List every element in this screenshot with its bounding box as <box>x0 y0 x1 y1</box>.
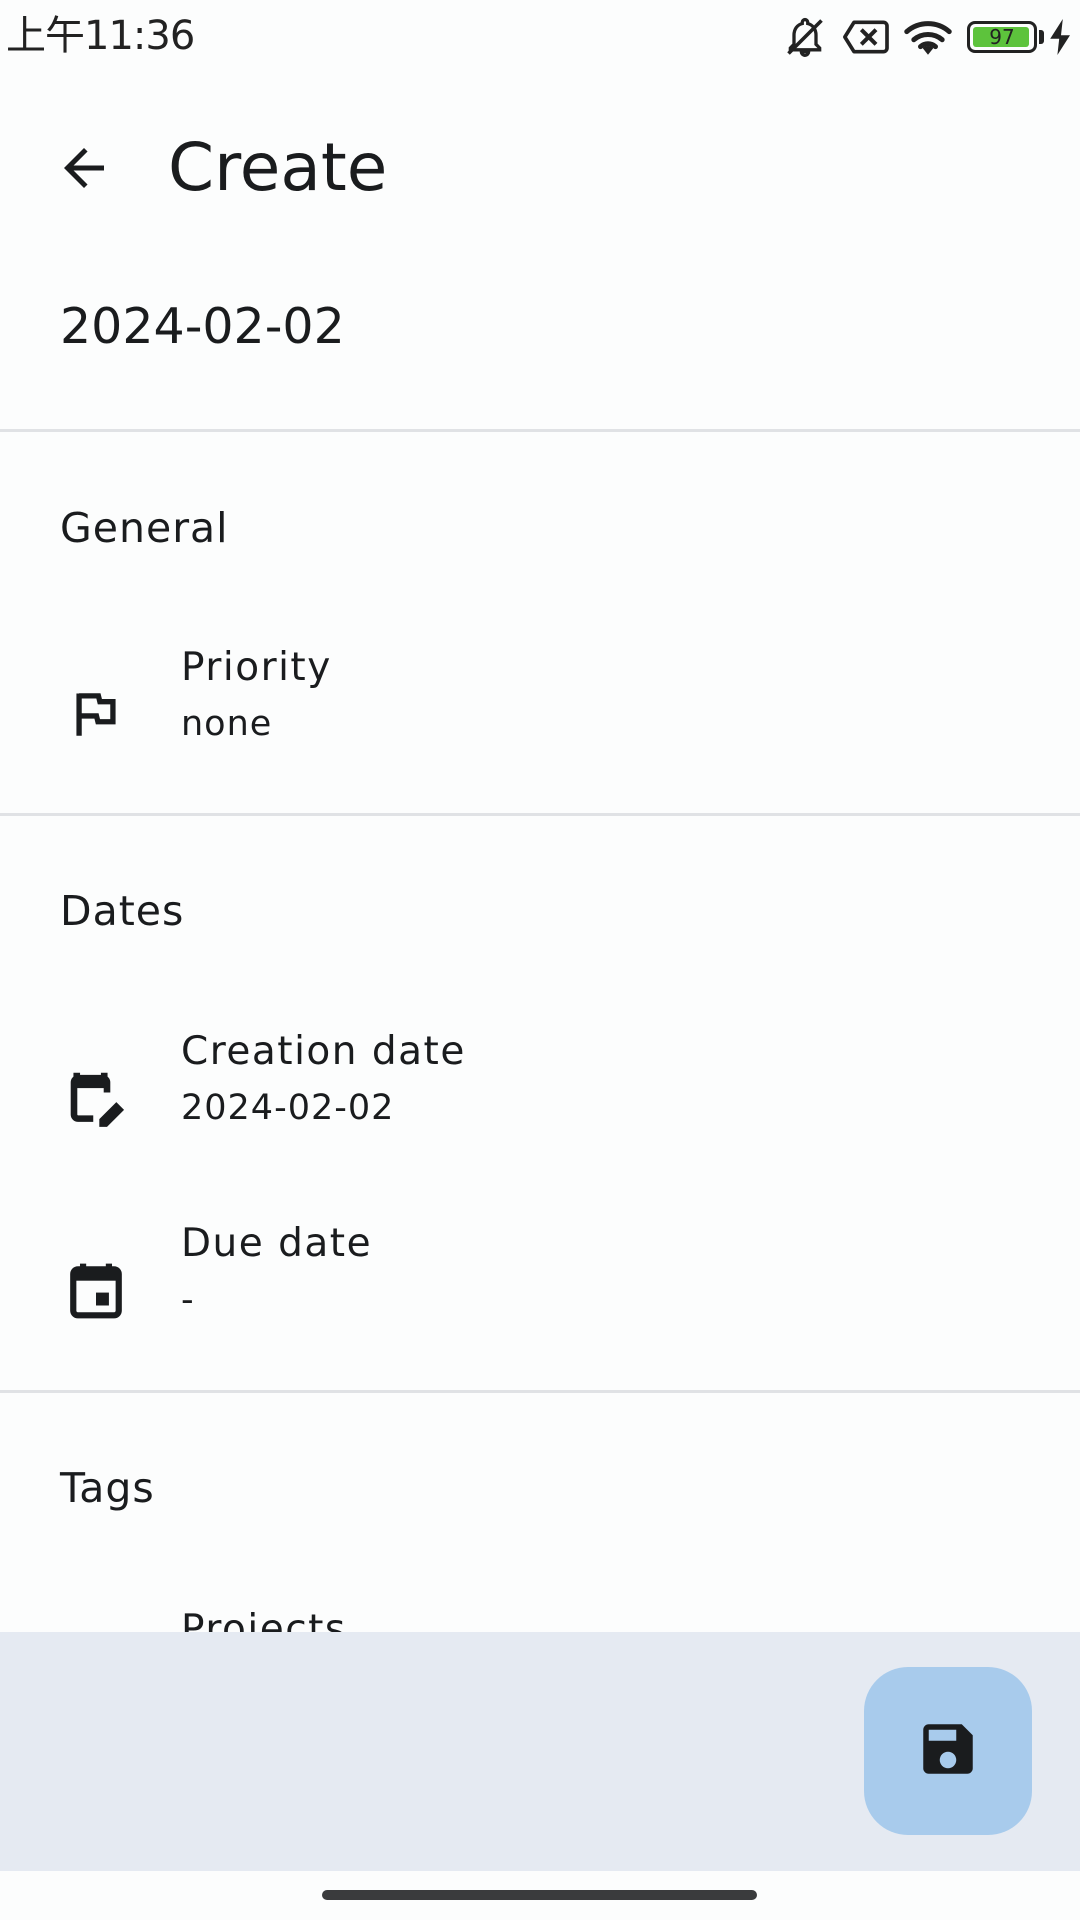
save-icon <box>915 1716 981 1786</box>
status-bar: 上午11:36 97 <box>0 0 1080 72</box>
battery-level: 97 <box>989 25 1015 49</box>
status-time: 上午11:36 <box>6 13 195 59</box>
divider <box>0 1390 1080 1393</box>
divider <box>0 813 1080 816</box>
due-date-value: - <box>181 1280 195 1320</box>
due-date-label: Due date <box>181 1221 373 1266</box>
priority-value: none <box>181 704 273 744</box>
creation-date-label: Creation date <box>181 1029 466 1074</box>
battery-icon: 97 <box>967 21 1044 53</box>
calendar-today-icon <box>60 1254 132 1326</box>
top-app-bar: Create <box>0 88 1080 228</box>
status-icons: 97 <box>769 14 1072 60</box>
arrow-back-icon <box>54 138 114 202</box>
page-title: Create <box>168 129 388 206</box>
section-header-tags: Tags <box>60 1464 155 1512</box>
due-date-row[interactable]: Due date - <box>0 1216 1080 1376</box>
flag-icon <box>60 678 132 750</box>
creation-date-value: 2024-02-02 <box>181 1088 395 1128</box>
creation-date-row[interactable]: Creation date 2024-02-02 <box>0 1024 1080 1184</box>
divider <box>0 429 1080 432</box>
wifi-icon <box>903 15 953 59</box>
section-header-general: General <box>60 504 229 552</box>
save-button[interactable] <box>864 1667 1032 1835</box>
gesture-handle[interactable] <box>322 1890 757 1900</box>
section-header-dates: Dates <box>60 887 185 935</box>
back-button[interactable] <box>36 122 132 218</box>
task-title-field[interactable]: 2024-02-02 <box>60 292 345 362</box>
calendar-edit-icon <box>60 1062 132 1134</box>
charging-icon <box>1050 19 1072 55</box>
priority-label: Priority <box>181 645 332 690</box>
priority-row[interactable]: Priority none <box>0 640 1080 800</box>
sim-none-icon <box>841 15 889 59</box>
bell-off-icon <box>783 15 827 59</box>
